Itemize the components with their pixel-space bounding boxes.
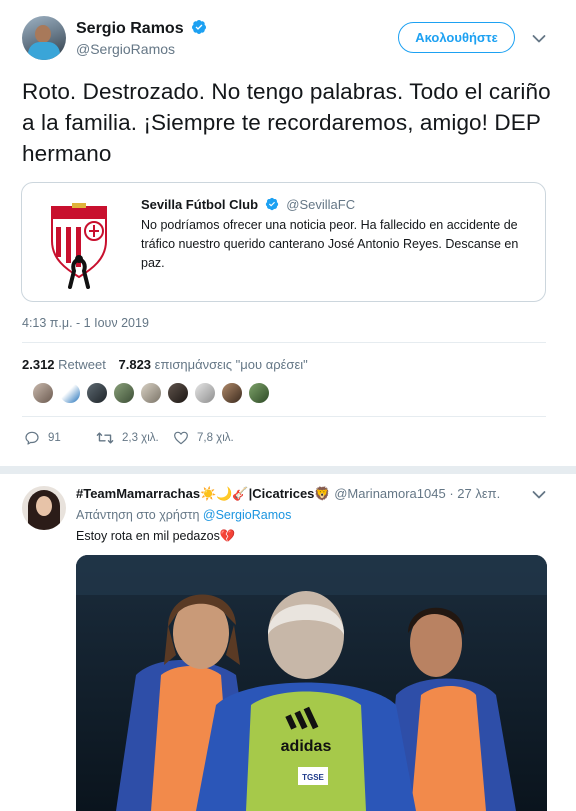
- retweet-stat[interactable]: 2.312 Retweet: [22, 357, 106, 372]
- tweet-stats: 2.312 Retweet 7.823 επισημάνσεις "μου αρ…: [22, 357, 308, 372]
- chevron-down-icon[interactable]: [532, 34, 546, 44]
- liker-avatar[interactable]: [140, 382, 162, 404]
- verified-badge-icon: [265, 197, 278, 211]
- liker-avatar[interactable]: [194, 382, 216, 404]
- like-count: 7.823: [118, 357, 152, 372]
- liker-avatar[interactable]: [59, 382, 81, 404]
- reply-action[interactable]: 91: [24, 430, 61, 446]
- replying-to: Απάντηση στο χρήστη @SergioRamos: [76, 508, 291, 522]
- retweet-icon: [96, 432, 114, 444]
- replying-to-label: Απάντηση στο χρήστη: [76, 508, 200, 522]
- sevilla-crest-logo: [51, 203, 107, 289]
- like-label: επισημάνσεις "μου αρέσει": [154, 357, 308, 372]
- like-stat[interactable]: 7.823 επισημάνσεις "μου αρέσει": [119, 357, 308, 372]
- quoted-author-handle[interactable]: @SevillaFC: [286, 197, 355, 212]
- liker-avatar[interactable]: [86, 382, 108, 404]
- liker-avatar[interactable]: [167, 382, 189, 404]
- reply-author-handle[interactable]: @Marinamora1045: [334, 486, 445, 501]
- tweet-timestamp[interactable]: 4:13 π.μ. - 1 Ιουν 2019: [22, 316, 149, 330]
- author-name[interactable]: Sergio Ramos: [76, 20, 184, 37]
- divider: [22, 342, 546, 343]
- reply-author-row[interactable]: #TeamMamarrachas☀️🌙🎸|Cicatrices🦁 @Marina…: [76, 486, 500, 502]
- liker-avatar[interactable]: [113, 382, 135, 404]
- author-name-row[interactable]: Sergio Ramos: [76, 19, 207, 38]
- heart-icon: [174, 431, 188, 445]
- quoted-tweet-card[interactable]: Sevilla Fútbol Club @SevillaFC No podría…: [21, 182, 546, 302]
- jersey-badge-text: TGSE: [302, 773, 324, 782]
- retweet-count: 2.312: [22, 357, 55, 372]
- quoted-author-name[interactable]: Sevilla Fútbol Club: [141, 197, 258, 212]
- reply-author-avatar[interactable]: [22, 486, 66, 530]
- divider: [22, 416, 546, 417]
- reply-text: Estoy rota en mil pedazos💔: [76, 529, 236, 543]
- like-action[interactable]: 7,8 χιλ.: [173, 430, 234, 446]
- jersey-brand-text: adidas: [281, 738, 332, 755]
- reply-time[interactable]: · 27 λεπ.: [449, 486, 500, 501]
- follow-button[interactable]: Ακολουθήστε: [398, 22, 515, 53]
- retweet-label: Retweet: [58, 357, 106, 372]
- liker-avatar[interactable]: [221, 382, 243, 404]
- author-avatar[interactable]: [22, 16, 66, 60]
- reply-icon: [25, 431, 39, 445]
- liker-avatar[interactable]: [32, 382, 54, 404]
- retweet-action[interactable]: 2,3 χιλ.: [96, 430, 159, 446]
- chevron-down-icon[interactable]: [532, 490, 546, 500]
- replying-to-mention[interactable]: @SergioRamos: [203, 508, 291, 522]
- reply-photo[interactable]: adidas TGSE: [76, 555, 547, 811]
- retweet-action-count: 2,3 χιλ.: [122, 432, 159, 444]
- reply-count: 91: [48, 432, 61, 444]
- section-separator: [0, 466, 576, 474]
- like-action-count: 7,8 χιλ.: [197, 432, 234, 444]
- author-handle[interactable]: @SergioRamos: [76, 41, 175, 57]
- reply-author-name[interactable]: #TeamMamarrachas☀️🌙🎸|Cicatrices🦁: [76, 486, 331, 501]
- photo-illustration: adidas TGSE: [76, 555, 547, 811]
- quoted-tweet-text: No podríamos ofrecer una noticia peor. H…: [141, 218, 519, 270]
- liker-avatar[interactable]: [248, 382, 270, 404]
- verified-badge-icon: [192, 20, 207, 34]
- tweet-text: Roto. Destrozado. No tengo palabras. Tod…: [22, 79, 551, 166]
- quoted-author-row[interactable]: Sevilla Fútbol Club @SevillaFC: [141, 197, 355, 212]
